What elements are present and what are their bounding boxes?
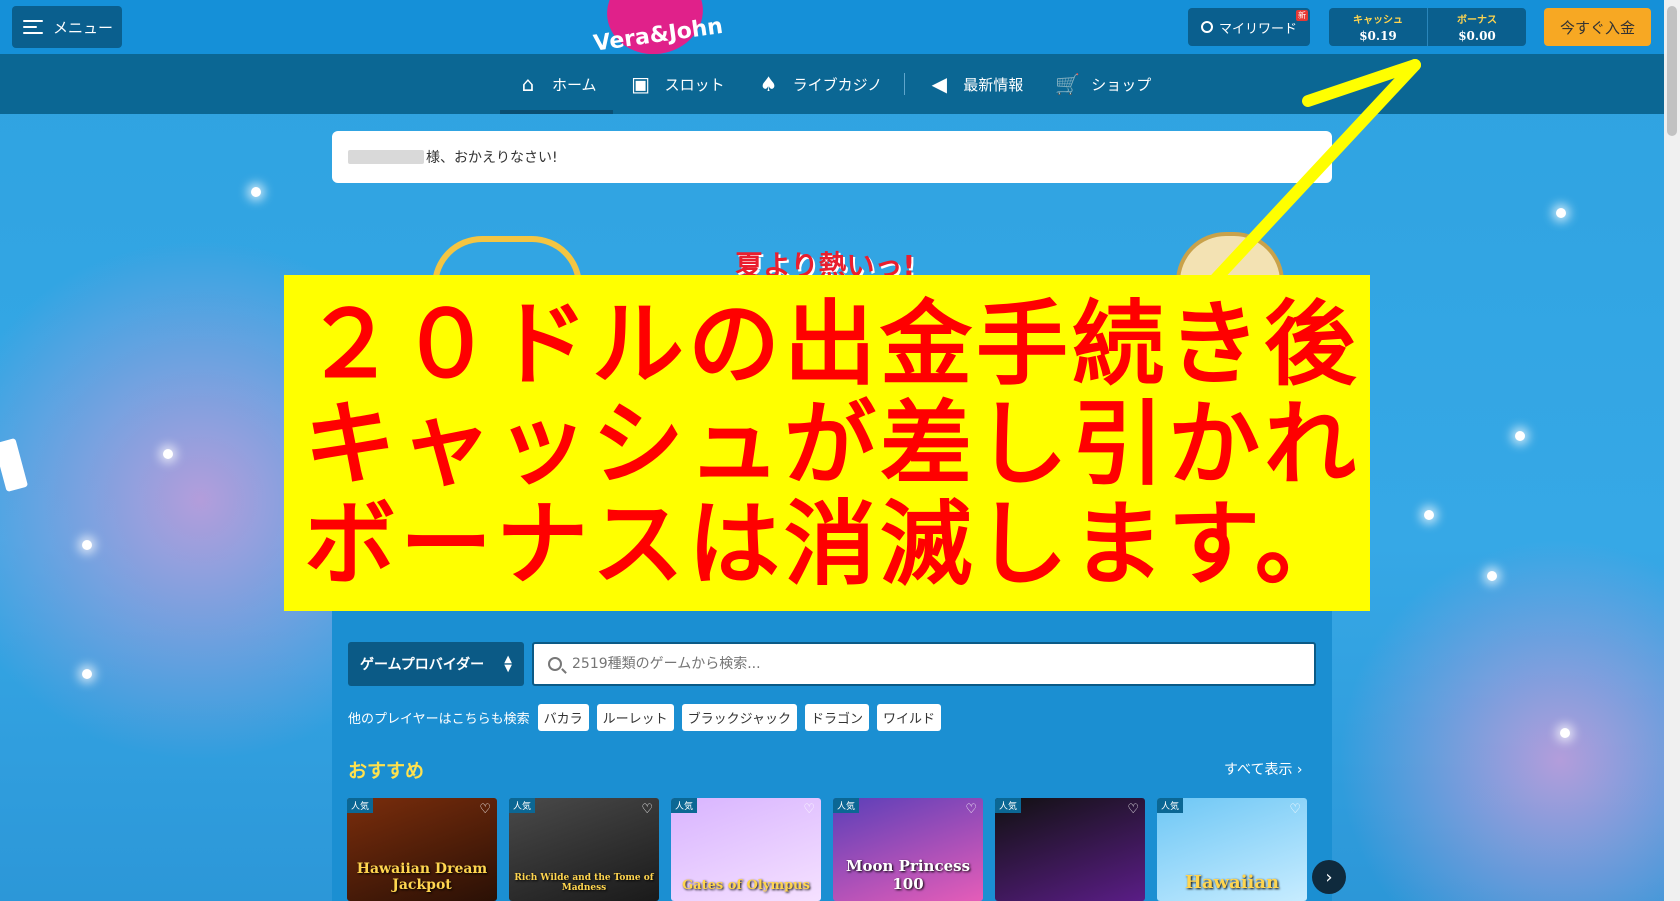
- annotation-line-3: ボーナスは消滅します。: [304, 491, 1351, 598]
- section-title-recommended: おすすめ: [348, 760, 425, 782]
- sort-arrows-icon: ▲ ▼: [504, 654, 512, 674]
- game-tile[interactable]: 人気 ♡: [995, 798, 1145, 901]
- nav-slots-label: スロット: [664, 75, 725, 94]
- annotation-line-2: キャッシュが差し引かれ: [304, 391, 1361, 498]
- heart-icon[interactable]: ♡: [965, 802, 977, 817]
- megaphone-icon: ◀: [931, 72, 947, 96]
- bonus-balance: ボーナス $0.00: [1427, 8, 1526, 46]
- search-tag[interactable]: バカラ: [537, 704, 589, 731]
- search-tag[interactable]: ドラゴン: [805, 704, 870, 731]
- annotation-line-1: ２０ドルの出金手続き後: [304, 291, 1361, 398]
- provider-dropdown[interactable]: ゲームプロバイダー ▲ ▼: [348, 642, 524, 686]
- sparkle-decoration: [1556, 208, 1566, 218]
- game-name: Rich Wilde and the Tome of Madness: [514, 873, 654, 893]
- my-rewards-button[interactable]: マイリワード 新: [1188, 8, 1310, 46]
- page-scrollbar[interactable]: [1664, 0, 1680, 901]
- game-tile[interactable]: 人気 ♡ Hawaiian: [1157, 798, 1307, 901]
- wallet-balance[interactable]: キャッシュ $0.19 ボーナス $0.00: [1329, 8, 1526, 46]
- nav-shop-label: ショップ: [1091, 75, 1152, 94]
- welcome-message: 様、おかえりなさい!: [332, 131, 1332, 183]
- game-name: Hawaiian Dream Jackpot: [356, 861, 488, 893]
- nav-live-casino-label: ライブカジノ: [792, 75, 883, 94]
- game-name: Gates of Olympus: [682, 878, 810, 893]
- chevron-right-icon: ›: [1325, 866, 1333, 888]
- heart-icon[interactable]: ♡: [1289, 802, 1301, 817]
- popular-badge: 人気: [833, 798, 860, 813]
- popular-searches: 他のプレイヤーはこちらも検索 バカラ ルーレット ブラックジャック ドラゴン ワ…: [348, 704, 942, 731]
- sparkle-decoration: [1515, 431, 1525, 441]
- popular-badge: 人気: [1157, 798, 1184, 813]
- nav-shop[interactable]: 🛒 ショップ: [1039, 54, 1167, 114]
- show-all-link[interactable]: すべて表示 ›: [1224, 759, 1303, 779]
- game-name: Moon Princess 100: [845, 857, 971, 893]
- game-tile[interactable]: 人気 ♡ Hawaiian Dream Jackpot: [347, 798, 497, 901]
- nav-news[interactable]: ◀ 最新情報: [911, 54, 1039, 114]
- game-search[interactable]: [532, 642, 1316, 686]
- top-bar: メニュー Vera&John マイリワード 新 キャッシュ $0.19 ボーナス…: [0, 0, 1664, 61]
- new-badge: 新: [1296, 10, 1308, 21]
- playing-card-decoration: [0, 438, 29, 492]
- popular-badge: 人気: [671, 798, 698, 813]
- heart-icon[interactable]: ♡: [1127, 802, 1139, 817]
- tags-intro: 他のプレイヤーはこちらも検索: [348, 712, 530, 727]
- redacted-username: [348, 150, 424, 164]
- game-tile[interactable]: 人気 ♡ Moon Princess 100: [833, 798, 983, 901]
- nav-home[interactable]: ⌂ ホーム: [500, 54, 613, 114]
- sparkle-decoration: [1487, 571, 1497, 581]
- nav-news-label: 最新情報: [963, 75, 1024, 94]
- annotation-arrow: [1210, 59, 1421, 291]
- game-carousel: 人気 ♡ Hawaiian Dream Jackpot 人気 ♡ Rich Wi…: [347, 798, 1307, 901]
- search-tag[interactable]: ワイルド: [877, 704, 942, 731]
- nav-slots[interactable]: ▣ スロット: [613, 54, 741, 114]
- sparkle-decoration: [163, 449, 173, 459]
- cart-icon: 🛒: [1055, 72, 1081, 96]
- cash-label: キャッシュ: [1353, 15, 1403, 26]
- provider-label: ゲームプロバイダー: [360, 657, 485, 673]
- sparkle-decoration: [251, 187, 261, 197]
- logo[interactable]: Vera&John: [592, 0, 725, 61]
- cash-value: $0.19: [1359, 29, 1397, 43]
- cash-balance: キャッシュ $0.19: [1329, 8, 1427, 46]
- menu-label: メニュー: [53, 18, 114, 37]
- nav-live-casino[interactable]: ♠ ライブカジノ: [741, 54, 899, 114]
- game-tile[interactable]: 人気 ♡ Gates of Olympus: [671, 798, 821, 901]
- hamburger-icon: [23, 20, 43, 34]
- welcome-text: 様、おかえりなさい!: [426, 150, 558, 166]
- carousel-next-button[interactable]: ›: [1312, 860, 1346, 894]
- game-tile[interactable]: 人気 ♡ Rich Wilde and the Tome of Madness: [509, 798, 659, 901]
- search-tag[interactable]: ブラックジャック: [681, 704, 798, 731]
- rewards-label: マイリワード: [1218, 21, 1297, 37]
- search-icon: [548, 657, 562, 671]
- popular-badge: 人気: [995, 798, 1022, 813]
- heart-icon[interactable]: ♡: [479, 802, 491, 817]
- heart-icon[interactable]: ♡: [641, 802, 653, 817]
- cards-icon: ♠: [759, 72, 778, 96]
- sparkle-decoration: [1560, 728, 1570, 738]
- sparkle-decoration: [82, 669, 92, 679]
- sparkle-decoration: [82, 540, 92, 550]
- nav-divider: [904, 73, 906, 95]
- game-name: Hawaiian: [1184, 872, 1280, 893]
- scrollbar-thumb[interactable]: [1667, 6, 1677, 136]
- bonus-label: ボーナス: [1457, 15, 1497, 26]
- annotation-overlay: ２０ドルの出金手続き後 キャッシュが差し引かれ ボーナスは消滅します。: [284, 275, 1370, 611]
- popular-badge: 人気: [509, 798, 536, 813]
- popular-badge: 人気: [347, 798, 374, 813]
- logo-text: Vera&John: [592, 14, 725, 57]
- medal-icon: [1200, 21, 1213, 33]
- bonus-value: $0.00: [1458, 29, 1496, 43]
- home-icon: ⌂: [521, 72, 535, 96]
- heart-icon[interactable]: ♡: [803, 802, 815, 817]
- slot-icon: ▣: [631, 72, 651, 96]
- deposit-now-button[interactable]: 今すぐ入金: [1544, 8, 1651, 46]
- search-tag[interactable]: ルーレット: [596, 704, 674, 731]
- search-input[interactable]: [572, 656, 1272, 672]
- nav-home-label: ホーム: [552, 75, 597, 94]
- menu-button[interactable]: メニュー: [12, 6, 122, 48]
- sparkle-decoration: [1424, 510, 1434, 520]
